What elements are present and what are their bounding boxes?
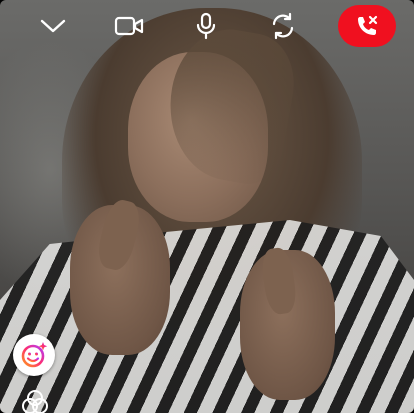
face-effects-icon: [21, 342, 48, 368]
flip-camera-icon: [272, 12, 294, 40]
filters-icon: [22, 390, 48, 413]
chevron-down-icon: [40, 19, 66, 33]
end-call-button[interactable]: [338, 5, 396, 47]
video-camera-icon: [114, 16, 144, 36]
face-effects-button[interactable]: [13, 334, 55, 376]
end-call-icon: [358, 15, 378, 35]
video-call-screen: [0, 0, 414, 413]
microphone-toggle-button[interactable]: [186, 8, 226, 44]
camera-feed: [0, 0, 414, 413]
person-striped-shirt: [0, 220, 414, 413]
microphone-icon: [196, 12, 216, 40]
call-controls-bar: [0, 0, 414, 52]
camera-toggle-button[interactable]: [109, 8, 149, 44]
filters-button[interactable]: [20, 389, 50, 413]
minimize-button[interactable]: [33, 8, 73, 44]
flip-camera-button[interactable]: [263, 8, 303, 44]
